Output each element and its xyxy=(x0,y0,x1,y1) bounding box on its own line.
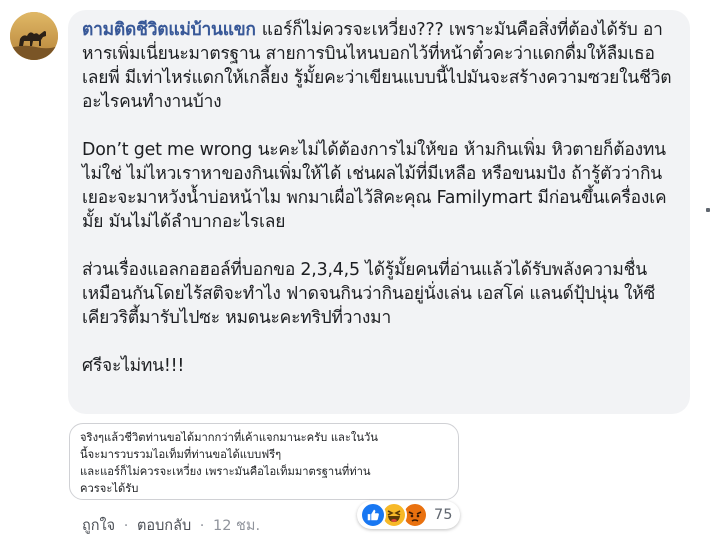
like-link[interactable]: ถูกใจ xyxy=(82,518,115,534)
timestamp[interactable]: 12 ชม. xyxy=(213,518,260,534)
reaction-count: 75 xyxy=(434,507,453,523)
camel-avatar-icon xyxy=(10,12,58,60)
quoted-line: ควรจะได้รับ xyxy=(80,482,139,495)
comment-paragraph-3: ส่วนเรื่องแอลกอฮอล์ที่บอกขอ 2,3,4,5 ได้ร… xyxy=(82,260,656,328)
avatar[interactable] xyxy=(10,12,58,60)
comment-paragraph-1: ตามติดชีวิตแม่บ้านแขก แอร์ก็ไม่ควรจะเหวี่… xyxy=(82,18,676,114)
reactions-summary[interactable]: 75 xyxy=(357,501,461,529)
comment-bubble: ตามติดชีวิตแม่บ้านแขก แอร์ก็ไม่ควรจะเหวี่… xyxy=(68,10,690,414)
scrollbar-indicator[interactable] xyxy=(706,208,710,212)
quoted-line: จริงๆแล้วชีวิตท่านขอได้มากกว่าที่เค้าแจก… xyxy=(80,431,378,444)
quoted-line: นี้จะมารวบรวมไอเท็มที่ท่านขอได้แบบฟรีๆ xyxy=(80,448,282,461)
separator-dot: · xyxy=(123,518,129,534)
reply-link[interactable]: ตอบกลับ xyxy=(137,518,191,534)
quoted-comment: จริงๆแล้วชีวิตท่านขอได้มากกว่าที่เค้าแจก… xyxy=(69,423,459,500)
like-icon xyxy=(360,502,386,528)
author-name-link[interactable]: ตามติดชีวิตแม่บ้านแขก xyxy=(82,20,256,40)
comment-actions: ถูกใจ · ตอบกลับ · 12 ชม. xyxy=(82,514,260,537)
comment-paragraph-4: ศรีจะไม่ทน!!! xyxy=(82,356,185,376)
quoted-line: และแอร์ก็ไม่ควรจะเหวี่ยง เพราะมันคือไอเท… xyxy=(80,465,371,478)
separator-dot: · xyxy=(199,518,205,534)
comment-paragraph-2: Don’t get me wrong นะคะไม่ได้ต้องการไม่ใ… xyxy=(82,140,667,232)
